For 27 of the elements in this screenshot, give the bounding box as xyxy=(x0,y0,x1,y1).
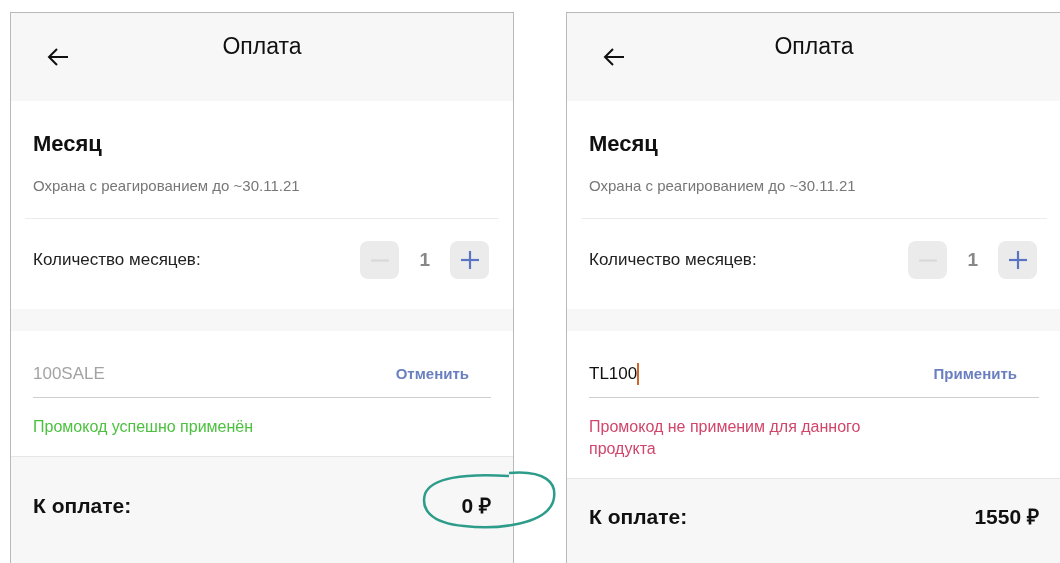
promo-message: Промокод успешно применён xyxy=(33,416,255,437)
total-amount: 0 ₽ xyxy=(461,494,491,517)
screen-title: Оплата xyxy=(221,31,303,61)
back-arrow-icon[interactable] xyxy=(47,47,69,67)
quantity-label: Количество месяцев: xyxy=(33,249,201,272)
quantity-value: 1 xyxy=(967,247,978,272)
plus-icon xyxy=(1007,250,1028,270)
increase-button[interactable] xyxy=(998,241,1037,279)
total-label: К оплате: xyxy=(33,493,132,519)
text-caret xyxy=(637,362,640,385)
product-subtitle: Охрана с реагированием до ~30.11.21 xyxy=(589,176,857,196)
product-subtitle: Охрана с реагированием до ~30.11.21 xyxy=(33,176,301,196)
product-title: Месяц xyxy=(33,130,103,158)
plus-icon xyxy=(459,250,480,270)
promo-action-link[interactable]: Применить xyxy=(933,362,1017,385)
promo-action-link[interactable]: Отменить xyxy=(395,362,469,385)
product-title: Месяц xyxy=(589,130,659,158)
increase-button[interactable] xyxy=(450,241,489,279)
quantity-value: 1 xyxy=(419,247,430,272)
screen-title: Оплата xyxy=(773,31,855,61)
promo-code-field[interactable]: TL100 xyxy=(589,361,640,387)
total-label: К оплате: xyxy=(589,504,688,530)
back-arrow-icon[interactable] xyxy=(603,47,625,67)
total-amount: 1550 ₽ xyxy=(974,505,1039,528)
promo-code-field[interactable]: 100SALE xyxy=(33,361,105,387)
quantity-label: Количество месяцев: xyxy=(589,249,757,272)
promo-message: Промокод не применим для данного продукта xyxy=(589,416,862,459)
